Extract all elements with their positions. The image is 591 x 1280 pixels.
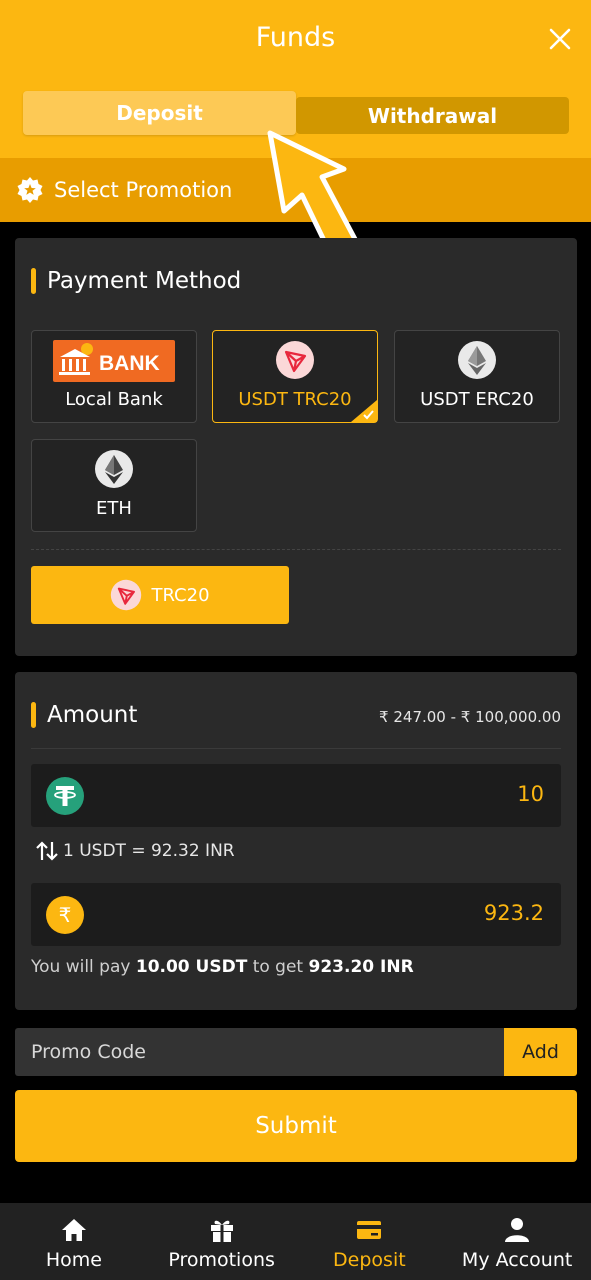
payment-summary: You will pay 10.00 USDT to get 923.20 IN… [31, 957, 414, 977]
amount-title: Amount [47, 702, 138, 728]
method-label: Local Bank [65, 389, 163, 410]
bank-logo-text: BANK [99, 352, 160, 375]
promo-code-input[interactable]: Promo Code [15, 1028, 504, 1076]
tether-icon [46, 777, 84, 815]
page-title: Funds [255, 22, 336, 53]
inr-amount-value: 923.2 [483, 901, 544, 925]
nav-item-home[interactable]: Home [0, 1203, 148, 1280]
usdt-amount-input[interactable]: 10 [31, 764, 561, 827]
payment-method-card: Payment Method BANK Local Bank USDT TRC2… [15, 238, 577, 656]
star-badge-icon [17, 177, 43, 203]
bottom-nav: Home Promotions Deposit My Account [0, 1203, 591, 1280]
divider [31, 748, 561, 749]
promo-code-row: Promo Code Add [15, 1028, 577, 1076]
card-icon [357, 1221, 382, 1239]
nav-item-deposit[interactable]: Deposit [296, 1203, 444, 1280]
nav-item-promotions[interactable]: Promotions [148, 1203, 296, 1280]
nav-label: Home [45, 1249, 102, 1271]
tron-icon [111, 579, 142, 611]
ethereum-icon [458, 341, 496, 379]
nav-label: Deposit [333, 1249, 406, 1271]
method-eth[interactable]: ETH [31, 439, 197, 532]
method-usdt-erc20[interactable]: USDT ERC20 [394, 330, 560, 423]
rupee-icon: ₹ [46, 896, 84, 934]
amount-card: Amount ₹ 247.00 - ₹ 100,000.00 10 1 USDT… [15, 672, 577, 1010]
svg-text:₹: ₹ [59, 903, 72, 927]
tron-icon [276, 341, 314, 379]
method-label: USDT TRC20 [238, 389, 352, 410]
exchange-rate: 1 USDT = 92.32 INR [35, 840, 235, 862]
nav-item-my-account[interactable]: My Account [443, 1203, 591, 1280]
divider [31, 549, 561, 550]
method-label: ETH [96, 498, 132, 519]
exchange-rate-text: 1 USDT = 92.32 INR [63, 841, 235, 861]
select-promotion-label: Select Promotion [54, 178, 233, 202]
nav-label: My Account [461, 1249, 573, 1271]
submit-button[interactable]: Submit [15, 1090, 577, 1162]
ethereum-icon [95, 450, 133, 488]
amount-heading: Amount [31, 702, 137, 728]
bank-logo: BANK [53, 340, 175, 382]
selected-check-icon [351, 400, 377, 422]
close-icon[interactable] [547, 26, 573, 52]
payment-method-title: Payment Method [47, 268, 242, 294]
method-label: USDT ERC20 [420, 389, 534, 410]
network-trc20-button[interactable]: TRC20 [31, 566, 289, 624]
payment-method-heading: Payment Method [31, 268, 241, 294]
user-icon [505, 1218, 530, 1242]
nav-label: Promotions [168, 1249, 275, 1271]
swap-arrows-icon [36, 841, 58, 861]
heading-accent-bar [31, 702, 36, 728]
heading-accent-bar [31, 268, 36, 294]
inr-amount-input[interactable]: ₹ 923.2 [31, 883, 561, 946]
usdt-amount-value: 10 [517, 782, 544, 806]
network-label: TRC20 [151, 584, 210, 606]
promo-add-button[interactable]: Add [504, 1028, 577, 1076]
home-icon [61, 1219, 86, 1241]
amount-range: ₹ 247.00 - ₹ 100,000.00 [379, 708, 561, 726]
method-local-bank[interactable]: BANK Local Bank [31, 330, 197, 423]
method-usdt-trc20[interactable]: USDT TRC20 [212, 330, 378, 423]
gift-icon [210, 1220, 233, 1242]
